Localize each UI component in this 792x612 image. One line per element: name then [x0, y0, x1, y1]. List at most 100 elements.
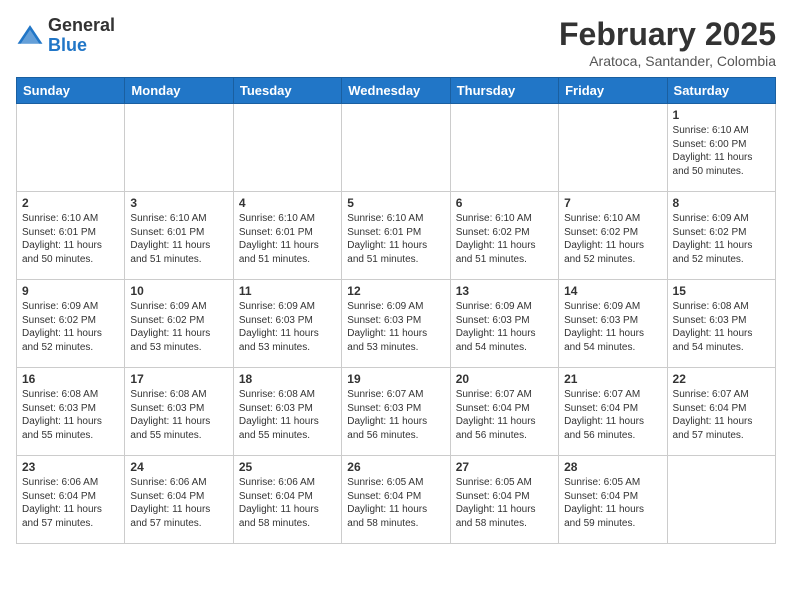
- day-number: 4: [239, 196, 336, 210]
- logo-text: General Blue: [48, 16, 115, 56]
- day-info: Sunrise: 6:09 AM Sunset: 6:02 PM Dayligh…: [22, 300, 119, 354]
- day-number: 7: [564, 196, 661, 210]
- calendar-cell: 15 Sunrise: 6:08 AM Sunset: 6:03 PM Dayli…: [667, 280, 775, 368]
- day-number: 5: [347, 196, 444, 210]
- calendar-cell: 9 Sunrise: 6:09 AM Sunset: 6:02 PM Daylig…: [17, 280, 125, 368]
- calendar-cell: 7 Sunrise: 6:10 AM Sunset: 6:02 PM Daylig…: [559, 192, 667, 280]
- day-info: Sunrise: 6:10 AM Sunset: 6:02 PM Dayligh…: [456, 212, 553, 266]
- day-number: 24: [130, 460, 227, 474]
- calendar-cell: 13 Sunrise: 6:09 AM Sunset: 6:03 PM Dayli…: [450, 280, 558, 368]
- day-info: Sunrise: 6:09 AM Sunset: 6:03 PM Dayligh…: [456, 300, 553, 354]
- day-number: 11: [239, 284, 336, 298]
- calendar-cell: 25 Sunrise: 6:06 AM Sunset: 6:04 PM Dayli…: [233, 456, 341, 544]
- calendar-cell: [559, 104, 667, 192]
- calendar-cell: [125, 104, 233, 192]
- month-title: February 2025: [559, 16, 776, 53]
- weekday-header: Monday: [125, 78, 233, 104]
- calendar-cell: 23Sunrise: 6:06 AM Sunset: 6:04 PM Dayli…: [17, 456, 125, 544]
- day-number: 21: [564, 372, 661, 386]
- calendar-cell: 28 Sunrise: 6:05 AM Sunset: 6:04 PM Dayli…: [559, 456, 667, 544]
- day-info: Sunrise: 6:09 AM Sunset: 6:03 PM Dayligh…: [564, 300, 661, 354]
- day-number: 18: [239, 372, 336, 386]
- weekday-header: Friday: [559, 78, 667, 104]
- logo: General Blue: [16, 16, 115, 56]
- day-info: Sunrise: 6:10 AM Sunset: 6:01 PM Dayligh…: [347, 212, 444, 266]
- day-info: Sunrise: 6:05 AM Sunset: 6:04 PM Dayligh…: [456, 476, 553, 530]
- day-info: Sunrise: 6:10 AM Sunset: 6:00 PM Dayligh…: [673, 124, 770, 178]
- location: Aratoca, Santander, Colombia: [559, 53, 776, 69]
- day-number: 25: [239, 460, 336, 474]
- day-info: Sunrise: 6:10 AM Sunset: 6:01 PM Dayligh…: [22, 212, 119, 266]
- day-number: 17: [130, 372, 227, 386]
- calendar-cell: 3 Sunrise: 6:10 AM Sunset: 6:01 PM Daylig…: [125, 192, 233, 280]
- calendar-cell: 8Sunrise: 6:09 AM Sunset: 6:02 PM Daylig…: [667, 192, 775, 280]
- day-number: 10: [130, 284, 227, 298]
- day-number: 19: [347, 372, 444, 386]
- day-info: Sunrise: 6:10 AM Sunset: 6:02 PM Dayligh…: [564, 212, 661, 266]
- calendar-cell: 21 Sunrise: 6:07 AM Sunset: 6:04 PM Dayli…: [559, 368, 667, 456]
- calendar-cell: 5 Sunrise: 6:10 AM Sunset: 6:01 PM Daylig…: [342, 192, 450, 280]
- calendar-cell: 27 Sunrise: 6:05 AM Sunset: 6:04 PM Dayli…: [450, 456, 558, 544]
- calendar-cell: [667, 456, 775, 544]
- weekday-header: Sunday: [17, 78, 125, 104]
- weekday-header: Thursday: [450, 78, 558, 104]
- day-number: 23: [22, 460, 119, 474]
- calendar-week-row: 23 Sunrise: 6:06 AM Sunset: 6:04 PM Dayli…: [17, 456, 776, 544]
- day-info: Sunrise: 6:09 AM Sunset: 6:02 PM Dayligh…: [130, 300, 227, 354]
- calendar-cell: 14 Sunrise: 6:09 AM Sunset: 6:03 PM Dayli…: [559, 280, 667, 368]
- day-info: Sunrise: 6:08 AM Sunset: 6:03 PM Dayligh…: [673, 300, 770, 354]
- day-number: 27: [456, 460, 553, 474]
- calendar-cell: 18 Sunrise: 6:08 AM Sunset: 6:03 PM Dayli…: [233, 368, 341, 456]
- day-number: 6: [456, 196, 553, 210]
- day-number: 8: [673, 196, 770, 210]
- weekday-header-row: SundayMondayTuesdayWednesdayThursdayFrid…: [17, 78, 776, 104]
- calendar-cell: 2 Sunrise: 6:10 AM Sunset: 6:01 PM Daylig…: [17, 192, 125, 280]
- day-info: Sunrise: 6:07 AM Sunset: 6:03 PM Dayligh…: [347, 388, 444, 442]
- calendar-cell: [17, 104, 125, 192]
- calendar: SundayMondayTuesdayWednesdayThursdayFrid…: [16, 77, 776, 544]
- calendar-cell: 6 Sunrise: 6:10 AM Sunset: 6:02 PM Daylig…: [450, 192, 558, 280]
- calendar-cell: [450, 104, 558, 192]
- calendar-cell: 26Sunrise: 6:05 AM Sunset: 6:04 PM Dayli…: [342, 456, 450, 544]
- day-number: 15: [673, 284, 770, 298]
- page-header: General Blue February 2025 Aratoca, Sant…: [16, 16, 776, 69]
- calendar-week-row: 16 Sunrise: 6:08 AM Sunset: 6:03 PM Dayli…: [17, 368, 776, 456]
- title-block: February 2025 Aratoca, Santander, Colomb…: [559, 16, 776, 69]
- logo-general: General: [48, 16, 115, 36]
- day-number: 14: [564, 284, 661, 298]
- calendar-cell: 22Sunrise: 6:07 AM Sunset: 6:04 PM Dayli…: [667, 368, 775, 456]
- day-number: 9: [22, 284, 119, 298]
- day-number: 16: [22, 372, 119, 386]
- day-info: Sunrise: 6:08 AM Sunset: 6:03 PM Dayligh…: [22, 388, 119, 442]
- day-info: Sunrise: 6:08 AM Sunset: 6:03 PM Dayligh…: [239, 388, 336, 442]
- day-number: 13: [456, 284, 553, 298]
- day-info: Sunrise: 6:05 AM Sunset: 6:04 PM Dayligh…: [564, 476, 661, 530]
- day-info: Sunrise: 6:05 AM Sunset: 6:04 PM Dayligh…: [347, 476, 444, 530]
- day-number: 22: [673, 372, 770, 386]
- calendar-cell: [233, 104, 341, 192]
- calendar-cell: 17 Sunrise: 6:08 AM Sunset: 6:03 PM Dayli…: [125, 368, 233, 456]
- day-number: 2: [22, 196, 119, 210]
- calendar-cell: 12Sunrise: 6:09 AM Sunset: 6:03 PM Dayli…: [342, 280, 450, 368]
- calendar-cell: [342, 104, 450, 192]
- day-number: 28: [564, 460, 661, 474]
- day-info: Sunrise: 6:07 AM Sunset: 6:04 PM Dayligh…: [564, 388, 661, 442]
- calendar-cell: 4 Sunrise: 6:10 AM Sunset: 6:01 PM Daylig…: [233, 192, 341, 280]
- day-info: Sunrise: 6:10 AM Sunset: 6:01 PM Dayligh…: [239, 212, 336, 266]
- calendar-cell: 19 Sunrise: 6:07 AM Sunset: 6:03 PM Dayli…: [342, 368, 450, 456]
- calendar-cell: 24Sunrise: 6:06 AM Sunset: 6:04 PM Dayli…: [125, 456, 233, 544]
- calendar-week-row: 1Sunrise: 6:10 AM Sunset: 6:00 PM Daylig…: [17, 104, 776, 192]
- day-number: 3: [130, 196, 227, 210]
- day-number: 20: [456, 372, 553, 386]
- calendar-week-row: 2 Sunrise: 6:10 AM Sunset: 6:01 PM Daylig…: [17, 192, 776, 280]
- weekday-header: Wednesday: [342, 78, 450, 104]
- logo-blue: Blue: [48, 36, 115, 56]
- day-info: Sunrise: 6:10 AM Sunset: 6:01 PM Dayligh…: [130, 212, 227, 266]
- calendar-cell: 10 Sunrise: 6:09 AM Sunset: 6:02 PM Dayli…: [125, 280, 233, 368]
- day-info: Sunrise: 6:09 AM Sunset: 6:03 PM Dayligh…: [347, 300, 444, 354]
- day-info: Sunrise: 6:08 AM Sunset: 6:03 PM Dayligh…: [130, 388, 227, 442]
- calendar-cell: 16 Sunrise: 6:08 AM Sunset: 6:03 PM Dayli…: [17, 368, 125, 456]
- day-info: Sunrise: 6:06 AM Sunset: 6:04 PM Dayligh…: [239, 476, 336, 530]
- calendar-cell: 20Sunrise: 6:07 AM Sunset: 6:04 PM Dayli…: [450, 368, 558, 456]
- calendar-cell: 11Sunrise: 6:09 AM Sunset: 6:03 PM Dayli…: [233, 280, 341, 368]
